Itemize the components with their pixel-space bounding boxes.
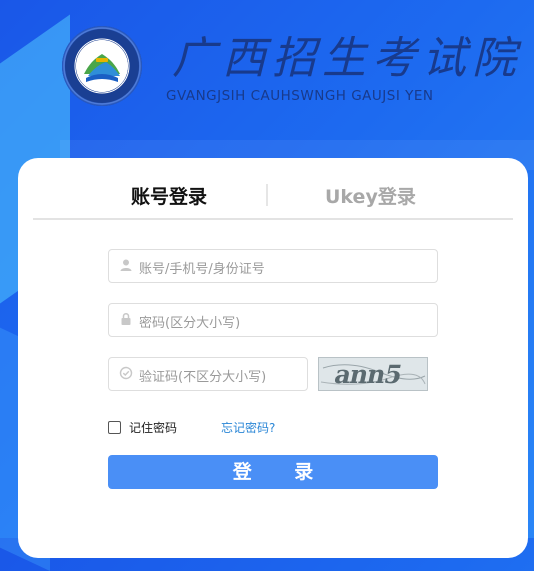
tab-account-login[interactable]: 账号登录 (131, 182, 207, 209)
shield-check-icon (119, 366, 133, 380)
brand-title: 广西招生考试院 (172, 33, 522, 84)
captcha-input[interactable]: 验证码(不区分大小写) (108, 357, 308, 391)
captcha-placeholder: 验证码(不区分大小写) (139, 370, 267, 385)
remember-password: 记住密码 (108, 419, 177, 436)
site-header: 广西招生考试院 GVANGJSIH CAUHSWNGH GAUJSI YEN (0, 0, 534, 130)
captcha-text: ann5 (331, 360, 405, 389)
institution-emblem-logo (62, 26, 142, 106)
remember-label: 记住密码 (129, 421, 178, 435)
emblem-center (76, 40, 128, 92)
login-tabs: 账号登录 Ukey登录 (33, 158, 513, 220)
password-input[interactable]: 密码(区分大小写) (108, 303, 438, 337)
login-button[interactable]: 登 录 (108, 455, 438, 489)
remember-checkbox[interactable] (108, 421, 121, 434)
username-input[interactable]: 账号/手机号/身份证号 (108, 249, 438, 283)
captcha-image[interactable]: ann5 (318, 357, 428, 391)
forgot-password-link[interactable]: 忘记密码? (221, 419, 275, 436)
password-placeholder: 密码(区分大小写) (139, 316, 241, 331)
login-card: 账号登录 Ukey登录 账号/手机号/身份证号 密码(区分大小写) 验证码(不区… (18, 158, 528, 558)
tab-divider (266, 184, 268, 206)
lock-icon (121, 312, 131, 325)
brand-subtitle: GVANGJSIH CAUHSWNGH GAUJSI YEN (166, 88, 434, 104)
username-placeholder: 账号/手机号/身份证号 (139, 262, 265, 277)
user-icon (120, 259, 132, 271)
tab-ukey-login[interactable]: Ukey登录 (325, 182, 416, 209)
